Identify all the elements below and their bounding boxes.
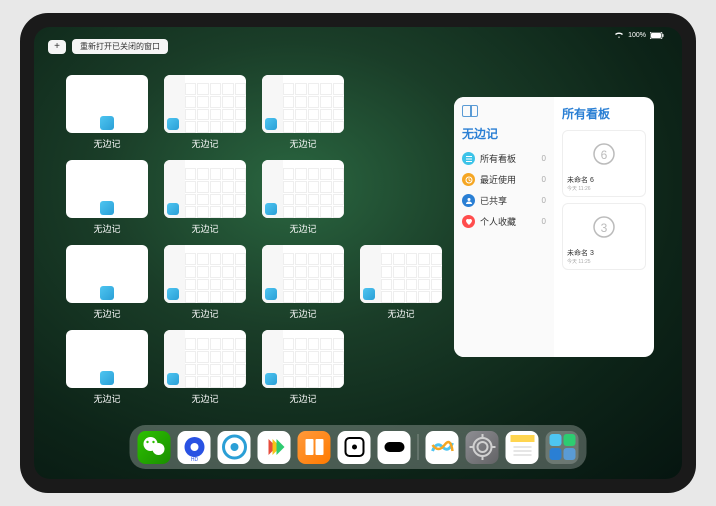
window-thumbnail[interactable]: 无边记 [358, 245, 444, 320]
thumbnail-cal [262, 245, 344, 303]
clock-icon [462, 173, 475, 186]
window-label: 无边记 [289, 392, 316, 405]
panel-row-clock[interactable]: 最近使用 0 [462, 173, 546, 186]
panel-row-count: 0 [542, 196, 546, 205]
window-thumbnail[interactable]: 无边记 [260, 330, 346, 405]
window-label: 无边记 [93, 222, 120, 235]
thumbnail-cal [262, 160, 344, 218]
window-label: 无边记 [387, 307, 414, 320]
window-label: 无边记 [289, 307, 316, 320]
dock: HD [130, 425, 587, 469]
card-label: 未命名 3 [567, 248, 641, 258]
window-thumbnail[interactable]: 无边记 [64, 330, 150, 405]
thumbnail-cal [164, 245, 246, 303]
dock-dice-icon[interactable] [338, 431, 371, 464]
window-thumbnail[interactable]: 无边记 [162, 245, 248, 320]
card-sublabel: 今天 11:26 [567, 185, 641, 192]
heart-icon [462, 215, 475, 228]
dock-camera-icon[interactable] [378, 431, 411, 464]
window-thumbnail[interactable]: 无边记 [260, 245, 346, 320]
thumbnail-cal [164, 330, 246, 388]
thumbnail-cal [262, 330, 344, 388]
panel-row-count: 0 [542, 154, 546, 163]
window-thumbnail[interactable]: 无边记 [162, 160, 248, 235]
window-thumbnail[interactable]: 无边记 [260, 160, 346, 235]
reopen-button[interactable]: 重新打开已关闭的窗口 [72, 39, 168, 54]
dock-notes-icon[interactable] [506, 431, 539, 464]
screen: 100% + 重新打开已关闭的窗口 无边记无边记无边记无边记无边记无边记无边记无… [34, 27, 682, 479]
add-button[interactable]: + [48, 40, 66, 54]
thumbnail-cal [360, 245, 442, 303]
dock-books-icon[interactable] [298, 431, 331, 464]
window-label: 无边记 [191, 392, 218, 405]
window-thumbnail[interactable]: 无边记 [64, 75, 150, 150]
thumbnail-cal [164, 75, 246, 133]
panel-title: 无边记 [462, 125, 546, 142]
panel-row-label: 个人收藏 [480, 215, 516, 228]
sidebar-panel: ••• 无边记 所有看板0最近使用0已共享0个人收藏0 所有看板 6未命名 6今… [454, 97, 654, 357]
window-thumbnail[interactable]: 无边记 [162, 330, 248, 405]
panel-row-list[interactable]: 所有看板 0 [462, 152, 546, 165]
battery-label: 100% [628, 32, 646, 39]
panel-right-title: 所有看板 [562, 105, 646, 122]
window-label: 无边记 [289, 222, 316, 235]
dock-separator [418, 434, 419, 460]
window-thumbnail[interactable]: 无边记 [162, 75, 248, 150]
window-label: 无边记 [191, 222, 218, 235]
window-label: 无边记 [93, 307, 120, 320]
window-thumbnail[interactable]: 无边记 [64, 160, 150, 235]
panel-row-label: 所有看板 [480, 152, 516, 165]
panel-row-count: 0 [542, 217, 546, 226]
panel-right: 所有看板 6 未命名 6今天 11:26 3 未命名 3今天 11:25 [554, 97, 654, 357]
board-card[interactable]: 6 未命名 6今天 11:26 [562, 130, 646, 197]
status-bar: 100% [614, 31, 664, 39]
battery-icon [650, 32, 664, 39]
dock-freeform-icon[interactable] [426, 431, 459, 464]
svg-text:6: 6 [601, 148, 608, 162]
panel-row-label: 最近使用 [480, 173, 516, 186]
card-sublabel: 今天 11:25 [567, 258, 641, 265]
window-label: 无边记 [191, 307, 218, 320]
dock-settings-icon[interactable] [466, 431, 499, 464]
window-thumbnail[interactable]: 无边记 [64, 245, 150, 320]
top-left-controls: + 重新打开已关闭的窗口 [48, 39, 168, 54]
panel-row-heart[interactable]: 个人收藏 0 [462, 215, 546, 228]
dock-folder-icon[interactable] [546, 431, 579, 464]
dock-wechat-icon[interactable] [138, 431, 171, 464]
window-grid: 无边记无边记无边记无边记无边记无边记无边记无边记无边记无边记无边记无边记无边记 [64, 75, 444, 405]
board-card[interactable]: 3 未命名 3今天 11:25 [562, 203, 646, 270]
thumbnail-blank [66, 245, 148, 303]
svg-text:HD: HD [190, 457, 198, 463]
thumbnail-blank [66, 75, 148, 133]
ipad-frame: 100% + 重新打开已关闭的窗口 无边记无边记无边记无边记无边记无边记无边记无… [20, 13, 696, 493]
window-label: 无边记 [191, 137, 218, 150]
panel-row-count: 0 [542, 175, 546, 184]
window-label: 无边记 [289, 137, 316, 150]
thumbnail-cal [164, 160, 246, 218]
panel-row-label: 已共享 [480, 194, 507, 207]
svg-text:3: 3 [601, 221, 608, 235]
thumbnail-blank [66, 160, 148, 218]
dock-quark-icon[interactable]: HD [178, 431, 211, 464]
sketch-preview: 3 [567, 208, 641, 246]
sidebar-toggle-icon[interactable] [462, 105, 478, 117]
list-icon [462, 152, 475, 165]
thumbnail-blank [66, 330, 148, 388]
window-label: 无边记 [93, 392, 120, 405]
person-icon [462, 194, 475, 207]
window-thumbnail[interactable]: 无边记 [260, 75, 346, 150]
panel-left: 无边记 所有看板 0 最近使用 0 已共享 0 个人收藏 0 [454, 97, 554, 357]
thumbnail-cal [262, 75, 344, 133]
panel-row-person[interactable]: 已共享 0 [462, 194, 546, 207]
window-label: 无边记 [93, 137, 120, 150]
wifi-icon [614, 31, 624, 39]
card-label: 未命名 6 [567, 175, 641, 185]
dock-play-icon[interactable] [258, 431, 291, 464]
sketch-preview: 6 [567, 135, 641, 173]
dock-browser-icon[interactable] [218, 431, 251, 464]
